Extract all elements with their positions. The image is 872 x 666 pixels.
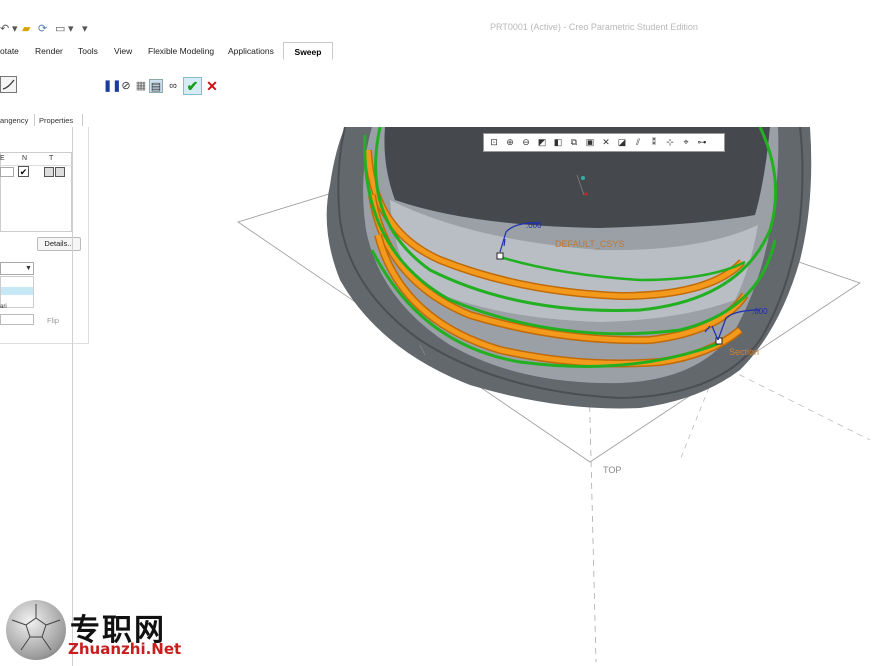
- display-style-icon[interactable]: ◧: [551, 136, 565, 149]
- table-cell[interactable]: [0, 167, 14, 177]
- pause-icon[interactable]: ❚❚: [103, 79, 121, 93]
- preview-icon[interactable]: ▦: [134, 79, 148, 93]
- dropdown-icon[interactable]: ▾: [68, 22, 74, 35]
- watermark-url: Zhuanzhi.Net: [68, 640, 182, 658]
- regenerate-icon[interactable]: ⟳: [38, 22, 47, 35]
- spin-center-icon[interactable]: ⊶: [695, 136, 709, 149]
- value-field[interactable]: [0, 314, 34, 325]
- list-item[interactable]: ari: [0, 304, 7, 310]
- tab-flexible-modeling[interactable]: Flexible Modeling: [148, 46, 214, 56]
- csys-display-icon[interactable]: ⊹: [663, 136, 677, 149]
- axis-display-icon[interactable]: ⫽: [631, 136, 645, 149]
- table-header-t: T: [49, 155, 54, 162]
- zoom-in-icon[interactable]: ⊕: [503, 136, 517, 149]
- csys-origin: [581, 176, 585, 180]
- open-folder-icon[interactable]: ▰: [22, 22, 30, 35]
- refit-icon[interactable]: ⊡: [487, 136, 501, 149]
- table-header-n: N: [22, 155, 28, 162]
- start-point-handle[interactable]: [496, 252, 504, 260]
- graphics-toolbar: ⊡ ⊕ ⊖ ◩ ◧ ⧉ ▣ ✕ ◪ ⫽ ⁑ ⊹ ⌖ ⊶: [483, 133, 725, 152]
- dimension-value[interactable]: .000: [752, 307, 768, 316]
- undo-icon[interactable]: ↶: [0, 22, 9, 35]
- list-item-selected[interactable]: [1, 287, 33, 295]
- title-bar: [0, 0, 872, 42]
- section-label[interactable]: Section: [729, 347, 759, 357]
- tab-view[interactable]: View: [114, 46, 132, 56]
- flip-button[interactable]: Flip: [47, 316, 59, 325]
- dimension-value[interactable]: .000: [526, 221, 542, 230]
- tab-properties[interactable]: Properties: [39, 116, 73, 125]
- annotation-display-icon[interactable]: ⌖: [679, 136, 693, 149]
- tangent-checkbox[interactable]: [44, 167, 54, 177]
- saved-orientations-icon[interactable]: ⧉: [567, 136, 581, 149]
- panel-splitter[interactable]: [72, 127, 73, 666]
- datum-display-icon[interactable]: ✕: [599, 136, 613, 149]
- verify-icon[interactable]: ▤: [149, 79, 163, 93]
- tab-rotate[interactable]: otate: [0, 46, 19, 56]
- top-plane-label[interactable]: TOP: [603, 465, 621, 475]
- tab-tangency[interactable]: angency: [0, 116, 28, 125]
- windows-icon[interactable]: ▭: [55, 22, 65, 35]
- tab-divider: [34, 114, 35, 126]
- view-manager-icon[interactable]: ▣: [583, 136, 597, 149]
- references-table: [0, 152, 72, 232]
- cancel-x-icon[interactable]: ✕: [205, 78, 219, 94]
- tab-tools[interactable]: Tools: [78, 46, 98, 56]
- tab-divider: [82, 114, 83, 126]
- watermark-logo: [6, 600, 66, 660]
- window-title: PRT0001 (Active) - Creo Parametric Stude…: [490, 22, 698, 32]
- tab-render[interactable]: Render: [35, 46, 63, 56]
- customize-icon[interactable]: ▾: [82, 22, 88, 35]
- no-preview-icon[interactable]: ⊘: [119, 79, 133, 93]
- table-header-e: E: [0, 155, 5, 162]
- table-header-divider: [0, 165, 72, 166]
- tangent-checkbox[interactable]: [55, 167, 65, 177]
- ok-checkmark-icon[interactable]: ✔: [183, 77, 202, 95]
- default-csys-label[interactable]: DEFAULT_CSYS: [555, 239, 624, 249]
- normal-checkbox[interactable]: ✔: [18, 166, 29, 177]
- dropdown-icon[interactable]: ▾: [12, 22, 18, 35]
- tab-applications[interactable]: Applications: [228, 46, 274, 56]
- plane-display-icon[interactable]: ◪: [615, 136, 629, 149]
- chevron-down-icon[interactable]: ▼: [24, 263, 33, 274]
- csys-marker: [584, 192, 588, 196]
- zoom-out-icon[interactable]: ⊖: [519, 136, 533, 149]
- point-display-icon[interactable]: ⁑: [647, 136, 661, 149]
- graphics-viewport[interactable]: .000 .000: [74, 127, 872, 666]
- tab-sweep[interactable]: Sweep: [283, 42, 333, 60]
- glasses-icon[interactable]: ∞: [166, 79, 180, 93]
- repaint-icon[interactable]: ◩: [535, 136, 549, 149]
- trajectory-icon[interactable]: [0, 76, 17, 93]
